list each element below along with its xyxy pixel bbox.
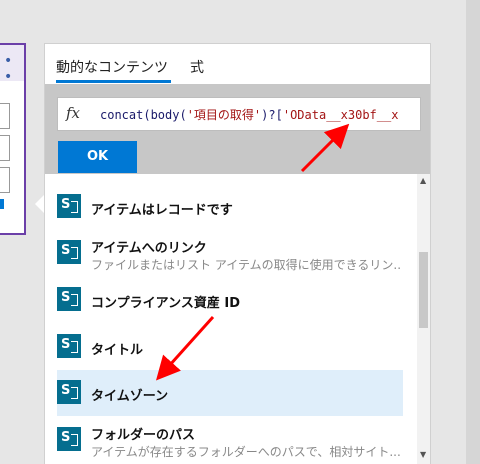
scroll-thumb[interactable] <box>419 252 428 328</box>
item-title: タイムゾーン <box>91 389 169 404</box>
popup-pointer <box>35 195 44 213</box>
background-card-header: • • <box>0 45 24 85</box>
expression-input[interactable]: fx concat(body('項目の取得')?['OData__x30bf__… <box>57 97 421 131</box>
list-item-title[interactable]: タイトル <box>57 324 403 370</box>
background-link-marker[interactable] <box>0 199 4 209</box>
expr-string-1: '項目の取得' <box>186 108 262 122</box>
scroll-up-icon[interactable]: ▲ <box>420 176 426 185</box>
item-title: フォルダーのパス <box>91 428 196 443</box>
sharepoint-icon <box>57 287 81 311</box>
expression-text: concat(body('項目の取得')?['OData__x30bf__x <box>100 106 398 123</box>
background-input-2[interactable] <box>0 135 10 161</box>
dynamic-content-list: アイテムはレコードです アイテムへのリンク ファイルまたはリスト アイテムの取得… <box>45 174 430 464</box>
tab-expression[interactable]: 式 <box>190 57 204 77</box>
sharepoint-icon <box>57 334 81 358</box>
item-title: コンプライアンス資産 ID <box>91 296 240 311</box>
list-item-compliance-id[interactable]: コンプライアンス資産 ID <box>57 277 403 323</box>
list-scrollbar[interactable]: ▲ ▼ <box>417 174 430 464</box>
background-action-card: • • <box>0 43 26 235</box>
expr-string-2: 'OData__x30bf__x <box>282 108 399 122</box>
expr-prefix: concat(body( <box>100 108 187 122</box>
item-title: アイテムへのリンク <box>91 241 207 256</box>
tab-dynamic-content[interactable]: 動的なコンテンツ <box>56 57 168 77</box>
list-item-link[interactable]: アイテムへのリンク ファイルまたはリスト アイテムの取得に使用できるリン... <box>57 230 403 276</box>
sharepoint-icon <box>57 240 81 264</box>
active-tab-indicator <box>56 80 171 83</box>
item-title: アイテムはレコードです <box>91 203 233 218</box>
ok-button[interactable]: OK <box>58 141 137 173</box>
list-item-folder-path[interactable]: フォルダーのパス アイテムが存在するフォルダーへのパスで、相対サイト... <box>57 417 403 463</box>
dynamic-content-popup: 動的なコンテンツ 式 fx concat(body('項目の取得')?['ODa… <box>44 43 431 464</box>
fx-icon: fx <box>66 104 81 122</box>
background-input-1[interactable] <box>0 103 10 129</box>
list-item-is-record[interactable]: アイテムはレコードです <box>57 184 403 230</box>
list-item-timezone[interactable]: タイムゾーン <box>57 370 403 416</box>
background-input-3[interactable] <box>0 167 10 193</box>
sharepoint-icon <box>57 380 81 404</box>
tab-bar: 動的なコンテンツ 式 <box>45 44 430 84</box>
item-title: タイトル <box>91 343 144 358</box>
right-background-strip <box>466 0 480 464</box>
scroll-down-icon[interactable]: ▼ <box>420 450 426 459</box>
item-subtitle: アイテムが存在するフォルダーへのパスで、相対サイト... <box>91 445 401 459</box>
item-subtitle: ファイルまたはリスト アイテムの取得に使用できるリン... <box>91 258 401 272</box>
sharepoint-icon <box>57 194 81 218</box>
expr-mid: )?[ <box>261 108 283 122</box>
sharepoint-icon <box>57 427 81 451</box>
